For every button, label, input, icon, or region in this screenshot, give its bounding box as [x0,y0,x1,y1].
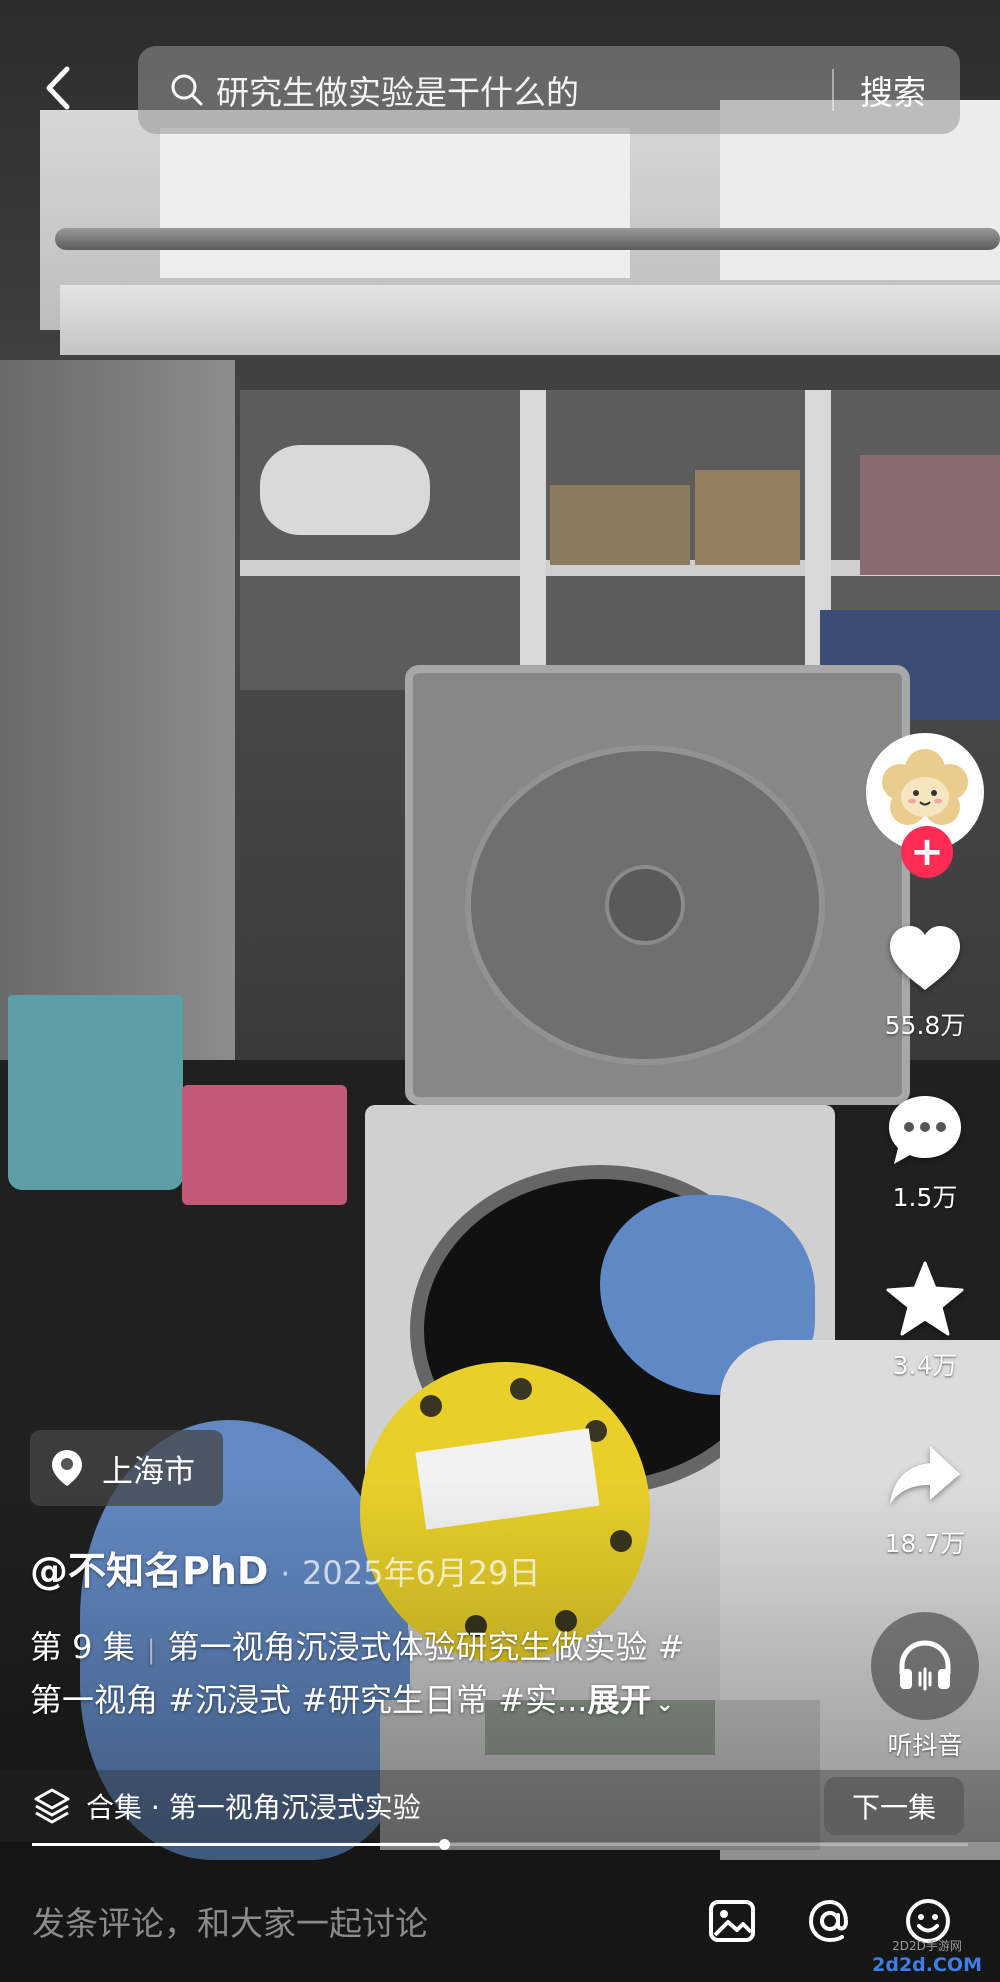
listen-circle [871,1612,979,1720]
share-arrow-icon [890,1446,960,1504]
expand-button[interactable]: 展开 ⌄ [587,1681,673,1719]
progress-fill [32,1843,444,1846]
video-shelf-plank [60,285,1000,355]
video-carton [695,470,800,565]
favorite-count: 3.4万 [892,1351,958,1380]
location-label: 上海市 [102,1453,195,1490]
comment-count: 1.5万 [892,1183,958,1212]
hashtags[interactable]: 第一视角 #沉浸式 #研究生日常 #实... [30,1681,587,1719]
video-box [160,128,630,278]
next-episode-button[interactable]: 下一集 [823,1777,964,1835]
image-icon[interactable] [706,1895,758,1947]
follow-button[interactable]: + [901,826,953,878]
video-tube-hole [420,1395,442,1417]
expand-label: 展开 [587,1681,652,1719]
layers-icon [34,1788,70,1824]
watermark-en: 2d2d.COM [872,1954,982,1976]
video-tip-box [182,1085,347,1205]
watermark-cn: 2D2D手游网 [892,1939,962,1953]
search-button[interactable]: 搜索 [860,66,926,114]
share-button[interactable]: 18.7万 [860,1436,990,1560]
post-date: 2025年6月29日 [302,1554,541,1592]
video-description[interactable]: 第 9 集 | 第一视角沉浸式体验研究生做实验 # 第一视角 #沉浸式 #研究生日常… [30,1622,790,1730]
progress-knob[interactable] [438,1839,450,1850]
author-line: @不知名PhD · 2025年6月29日 [30,1540,541,1595]
collection-label: 合集 · 第一视角沉浸式实验 [86,1791,421,1824]
search-divider [832,69,834,111]
author-name[interactable]: @不知名PhD [30,1540,268,1595]
listen-label: 听抖音 [887,1731,963,1760]
favorite-button[interactable]: 3.4万 [860,1258,990,1382]
search-bar[interactable]: 研究生做实验是干什么的 搜索 [138,46,960,134]
video-wall [0,360,235,1060]
star-icon [886,1261,964,1336]
comment-button[interactable]: 1.5万 [860,1090,990,1214]
heart-icon [890,926,960,990]
site-watermark: 2D2D手游网 2d2d.COM [872,1937,982,1976]
listen-button[interactable]: 听抖音 [860,1612,990,1762]
description-line-2: 第一视角 #沉浸式 #研究生日常 #实...展开 ⌄ [30,1675,790,1730]
comment-bubble-icon [889,1096,961,1164]
episode-divider: | [146,1635,156,1665]
video-tube-hole [510,1378,532,1400]
video-carton [550,485,690,565]
search-input[interactable]: 研究生做实验是干什么的 [216,66,832,114]
share-count: 18.7万 [884,1529,966,1558]
location-tag[interactable]: 上海市 [30,1430,223,1506]
like-button[interactable]: 55.8万 [860,918,990,1042]
video-bag [260,445,430,535]
chevron-down-icon: ⌄ [655,1692,674,1717]
video-title: 第一视角沉浸式体验研究生做实验 # [167,1628,685,1666]
comment-input[interactable]: 发条评论，和大家一起讨论 [32,1897,706,1945]
search-icon [171,74,203,106]
video-basket [8,995,183,1190]
video-rail [55,228,1000,250]
video-rotor-hub [605,865,685,945]
back-button[interactable] [30,60,86,116]
headphones-icon [899,1640,951,1691]
chevron-left-icon [46,66,70,110]
video-cabinet-post [520,390,546,690]
location-pin-icon [52,1450,82,1486]
like-count: 55.8万 [884,1011,966,1040]
comment-bar: 发条评论，和大家一起讨论 2D2D手游网 2d2d.COM [0,1860,1000,1982]
separator-dot: · [280,1557,290,1592]
video-reagent-box [860,455,1000,575]
plus-icon: + [910,829,944,875]
at-icon[interactable] [804,1895,856,1947]
video-progress-bar[interactable] [32,1839,968,1850]
episode-label: 第 9 集 [30,1628,135,1666]
description-line-1: 第 9 集 | 第一视角沉浸式体验研究生做实验 # [30,1622,790,1675]
collection-bar[interactable]: 合集 · 第一视角沉浸式实验 下一集 [0,1770,1000,1842]
